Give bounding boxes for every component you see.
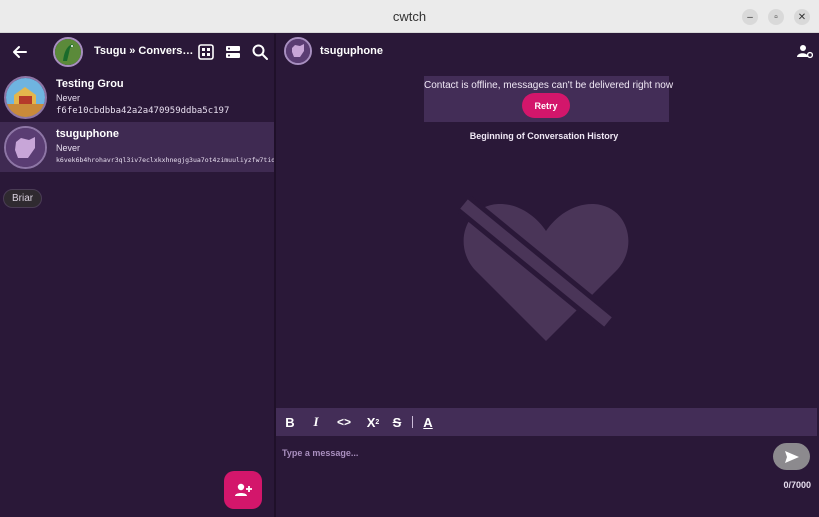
server-icon[interactable] (224, 43, 242, 61)
offline-banner: Contact is offline, messages can't be de… (424, 76, 674, 122)
send-icon (784, 450, 799, 463)
contact-id: f6fe10cbdbba42a2a470959ddba5c197 (56, 106, 230, 116)
send-button[interactable] (773, 443, 810, 470)
contact-item[interactable]: tsuguphone Never k6vek6b4hrohavr3ql3iv7e… (0, 122, 276, 172)
text-color-button[interactable]: A (420, 413, 436, 431)
minimize-icon[interactable]: – (742, 9, 758, 25)
contact-status: Never (56, 143, 81, 153)
profile-title[interactable]: Tsugu » Convers… (94, 45, 193, 57)
close-icon[interactable]: ✕ (794, 9, 810, 25)
contact-item[interactable]: Testing Grou Never f6fe10cbdbba42a2a4709… (0, 72, 274, 122)
conversation-avatar[interactable] (284, 37, 312, 65)
italic-button[interactable]: I (308, 413, 324, 431)
broken-heart-icon (458, 196, 629, 341)
window-titlebar: cwtch – ▫ ✕ (0, 0, 819, 33)
superscript-button[interactable]: X2 (364, 413, 382, 431)
back-arrow-icon[interactable] (10, 42, 30, 62)
superscript-label: X (366, 414, 376, 430)
format-toolbar: B I <> X2 S A (276, 408, 817, 436)
history-label: Beginning of Conversation History (469, 131, 619, 141)
contact-list-pane: Tsugu » Convers… Testing Grou Never f6fe… (0, 34, 276, 517)
strikethrough-button[interactable]: S (389, 413, 405, 431)
contact-name: Testing Grou (56, 78, 124, 90)
message-compose (276, 439, 766, 467)
code-button[interactable]: <> (333, 413, 355, 431)
contact-avatar (4, 76, 47, 119)
conversation-pane: tsuguphone Contact is offline, messages … (276, 34, 819, 517)
contact-id: k6vek6b4hrohavr3ql3iv7eclxkxhnegjg3ua7ot… (56, 156, 276, 164)
contact-status: Never (56, 93, 81, 103)
contact-name: tsuguphone (56, 128, 119, 140)
left-header: Tsugu » Convers… (0, 34, 274, 70)
profile-avatar[interactable] (53, 37, 83, 67)
tag-chip[interactable]: Briar (3, 189, 43, 208)
offline-message: Contact is offline, messages can't be de… (424, 80, 674, 91)
character-counter: 0/7000 (783, 480, 811, 490)
toolbar-separator (412, 416, 413, 428)
superscript-mark: 2 (375, 418, 380, 426)
search-icon[interactable] (251, 43, 269, 61)
conversation-title: tsuguphone (320, 45, 383, 57)
retry-button[interactable]: Retry (522, 93, 570, 118)
window-title: cwtch (392, 9, 427, 24)
message-input[interactable] (276, 439, 766, 467)
maximize-icon[interactable]: ▫ (768, 9, 784, 25)
contact-settings-icon[interactable] (797, 43, 813, 59)
bold-button[interactable]: B (282, 413, 298, 431)
contact-avatar (4, 126, 47, 169)
qr-code-icon[interactable] (197, 43, 215, 61)
add-contact-button[interactable] (224, 471, 262, 509)
add-contact-icon (235, 483, 252, 496)
